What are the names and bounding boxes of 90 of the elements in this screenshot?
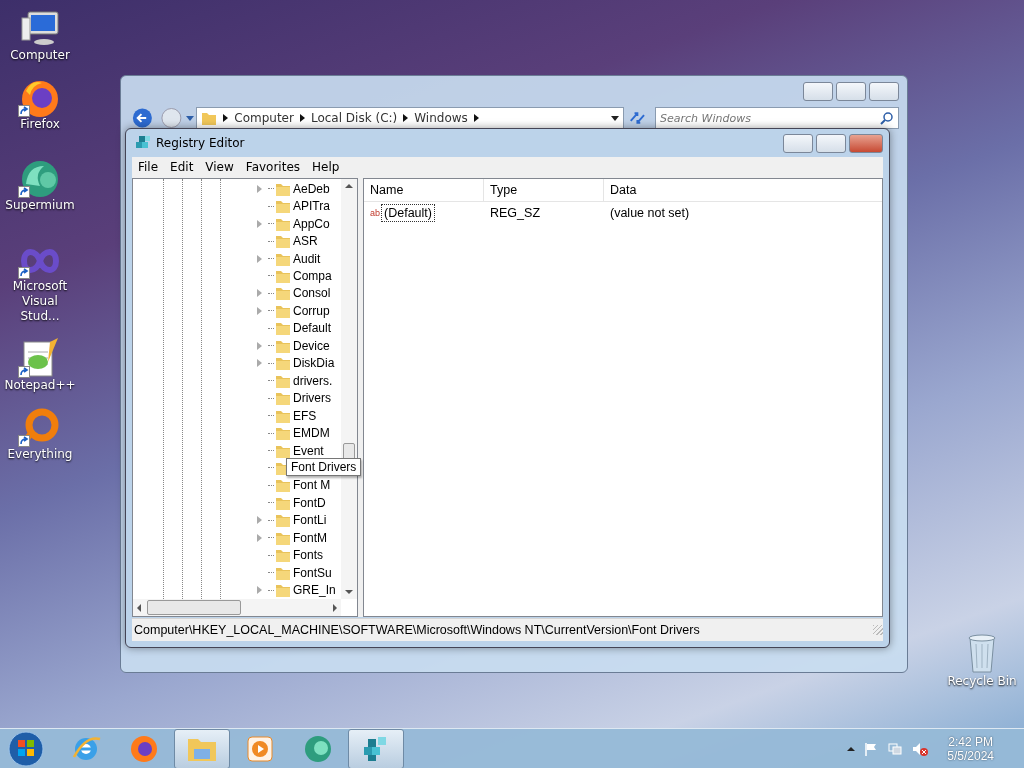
folder-icon: [275, 582, 291, 599]
desktop-icon-label[interactable]: Computer: [2, 48, 78, 63]
column-header[interactable]: Data: [604, 179, 882, 201]
column-header[interactable]: Name: [364, 179, 484, 201]
show-hidden-icons-arrow-icon[interactable]: [847, 746, 856, 751]
expand-arrow-icon[interactable]: [257, 516, 262, 525]
expand-arrow-icon[interactable]: [257, 306, 262, 315]
taskbar-button[interactable]: [174, 728, 230, 768]
menu-item[interactable]: Help: [306, 159, 346, 174]
breadcrumb-item[interactable]: Computer: [234, 111, 294, 125]
maximize-button[interactable]: [816, 133, 846, 153]
tree-item[interactable]: ASR: [293, 234, 318, 249]
scroll-up-arrow-icon[interactable]: [345, 184, 353, 188]
tree-item[interactable]: Corrup: [293, 303, 330, 318]
menu-item[interactable]: Favorites: [239, 159, 307, 174]
resize-grip-icon[interactable]: [873, 625, 883, 635]
breadcrumb-item[interactable]: Local Disk (C:): [310, 111, 398, 125]
tree-item[interactable]: Font M: [293, 478, 331, 493]
computer-icon[interactable]: [18, 8, 62, 48]
column-header[interactable]: Type: [484, 179, 604, 201]
clock-time: 2:42 PM: [948, 734, 993, 749]
window-title: Registry Editor: [156, 136, 245, 150]
tree-item[interactable]: FontLi: [293, 513, 327, 528]
expand-arrow-icon[interactable]: [257, 219, 262, 228]
tree-item[interactable]: Audit: [293, 251, 321, 266]
scroll-left-arrow-icon[interactable]: [137, 603, 141, 612]
breadcrumb-arrow-icon[interactable]: [403, 114, 409, 122]
search-icon: [880, 111, 894, 125]
tree-item[interactable]: GRE_In: [293, 583, 336, 598]
desktop-icon-label[interactable]: Everything: [2, 447, 78, 462]
tree-item[interactable]: EFS: [293, 408, 317, 423]
breadcrumb-arrow-icon[interactable]: [223, 114, 229, 122]
tree-item[interactable]: Default: [293, 321, 332, 336]
expand-arrow-icon[interactable]: [257, 341, 262, 350]
close-button[interactable]: [849, 133, 883, 153]
breadcrumb-arrow-icon[interactable]: [299, 114, 305, 122]
address-bar[interactable]: Computer Local Disk (C:) Windows: [196, 107, 625, 129]
expand-arrow-icon[interactable]: [257, 586, 262, 595]
desktop-icon-label[interactable]: Firefox: [2, 117, 78, 132]
desktop-icon-label[interactable]: Microsoft Visual Stud...: [2, 279, 78, 324]
folder-icon: [275, 355, 291, 372]
menu-item[interactable]: Edit: [164, 159, 200, 174]
tree-item[interactable]: FontD: [293, 495, 326, 510]
tree-item[interactable]: Fonts: [293, 548, 323, 563]
folder-icon: [275, 285, 291, 302]
folder-icon: [201, 110, 218, 126]
taskbar-button[interactable]: [348, 728, 404, 768]
tree-item[interactable]: Device: [293, 338, 330, 353]
minimize-button[interactable]: [803, 82, 833, 101]
horizontal-scrollbar[interactable]: [133, 599, 341, 616]
network-icon[interactable]: [887, 740, 904, 757]
desktop-icon-label[interactable]: Supermium: [2, 198, 78, 213]
expand-arrow-icon[interactable]: [257, 533, 262, 542]
status-path: Computer\HKEY_LOCAL_MACHINE\SOFTWARE\Microsoft\Windows NT\CurrentVersion\Font Drivers: [133, 623, 700, 637]
menu-item[interactable]: File: [132, 159, 165, 174]
tree-item[interactable]: AeDeb: [293, 181, 330, 196]
expand-arrow-icon[interactable]: [257, 289, 262, 298]
value-name[interactable]: (Default): [382, 205, 434, 221]
scroll-right-arrow-icon[interactable]: [333, 603, 337, 612]
breadcrumb-item[interactable]: Windows: [414, 111, 468, 125]
scroll-thumb[interactable]: [147, 600, 241, 615]
minimize-button[interactable]: [783, 133, 813, 153]
tree-item[interactable]: Consol: [293, 286, 331, 301]
tree-item[interactable]: DiskDia: [293, 356, 335, 371]
expand-arrow-icon[interactable]: [257, 254, 262, 263]
tree-item[interactable]: Compa: [293, 269, 332, 283]
maximize-button[interactable]: [836, 82, 866, 101]
folder-icon: [275, 512, 291, 529]
tree-item[interactable]: EMDM: [293, 426, 330, 441]
tree-item[interactable]: Event: [293, 443, 324, 458]
scroll-down-arrow-icon[interactable]: [345, 590, 353, 594]
table-cell-text: (value not set): [609, 206, 691, 220]
tree-item[interactable]: FontM: [293, 530, 327, 545]
tree-item[interactable]: Drivers: [293, 391, 331, 406]
tree-item[interactable]: APITra: [293, 199, 330, 214]
string-value-icon: ab: [370, 208, 380, 218]
desktop-icon-label[interactable]: Notepad++: [2, 378, 78, 393]
tree-item[interactable]: drivers.: [293, 373, 333, 388]
table-cell-text: REG_SZ: [489, 206, 541, 220]
tooltip: Font Drivers: [286, 458, 362, 477]
breadcrumb-arrow-icon[interactable]: [473, 114, 479, 122]
expand-arrow-icon[interactable]: [257, 184, 262, 193]
start-orb-icon[interactable]: [6, 728, 46, 768]
menu-item[interactable]: View: [199, 159, 240, 174]
clock-date: 5/5/2024: [947, 748, 994, 763]
tree-item[interactable]: FontSu: [293, 565, 332, 580]
tree-item[interactable]: AppCo: [293, 216, 330, 231]
close-button[interactable]: [869, 82, 899, 101]
search-field[interactable]: Search Windows: [655, 107, 899, 129]
expand-arrow-icon[interactable]: [257, 359, 262, 368]
